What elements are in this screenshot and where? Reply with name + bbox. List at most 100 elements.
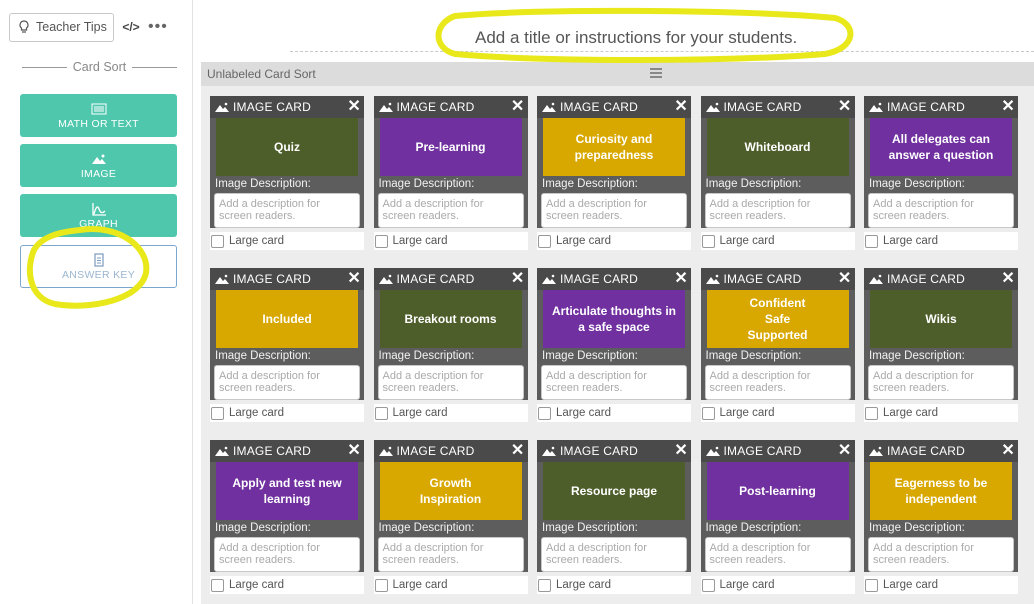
image-description-input[interactable]: Add a description for screen readers.	[704, 365, 851, 400]
drag-handle-icon[interactable]	[650, 68, 662, 80]
image-description-input[interactable]: Add a description for screen readers.	[868, 365, 1014, 400]
large-card-option[interactable]: Large card	[210, 576, 364, 594]
large-card-checkbox[interactable]	[374, 406, 388, 420]
image-description-input[interactable]: Add a description for screen readers.	[214, 365, 360, 400]
close-icon[interactable]: ✕	[347, 270, 361, 288]
large-card-option[interactable]: Large card	[700, 404, 855, 422]
card-image[interactable]: Wikis	[870, 290, 1012, 348]
image-description-input[interactable]: Add a description for screen readers.	[214, 193, 360, 228]
large-card-checkbox[interactable]	[538, 406, 551, 420]
card-image[interactable]: Articulate thoughts in a safe space	[543, 290, 685, 348]
card-image[interactable]: Included	[216, 290, 358, 348]
large-card-option[interactable]: Large card	[537, 404, 691, 422]
image-description-input[interactable]: Add a description for screen readers.	[868, 537, 1014, 572]
more-options-button[interactable]: •••	[148, 18, 168, 36]
large-card-option[interactable]: Large card	[700, 576, 855, 594]
close-icon[interactable]: ✕	[511, 98, 525, 116]
card-image[interactable]: Whiteboard	[706, 118, 849, 176]
large-card-checkbox[interactable]	[701, 234, 715, 248]
large-card-checkbox[interactable]	[865, 406, 878, 420]
card-image[interactable]: All delegates can answer a question	[870, 118, 1012, 176]
close-icon[interactable]: ✕	[838, 442, 852, 460]
image-description-input[interactable]: Add a description for screen readers.	[868, 193, 1014, 228]
card-image[interactable]: Eagerness to be independent	[870, 462, 1012, 520]
large-card-checkbox[interactable]	[865, 234, 878, 248]
image-card[interactable]: IMAGE CARD ✕ Apply and test new learning…	[210, 440, 364, 594]
teacher-tips-button[interactable]: Teacher Tips	[9, 12, 114, 42]
large-card-checkbox[interactable]	[865, 578, 878, 592]
image-card[interactable]: IMAGE CARD ✕ Whiteboard Image Descriptio…	[700, 96, 855, 250]
card-image[interactable]: Curiosity and preparedness	[543, 118, 685, 176]
close-icon[interactable]: ✕	[347, 442, 361, 460]
card-sort-label[interactable]: Unlabeled Card Sort	[207, 67, 316, 81]
image-card[interactable]: IMAGE CARD ✕ Articulate thoughts in a sa…	[537, 268, 691, 422]
close-icon[interactable]: ✕	[511, 442, 525, 460]
large-card-option[interactable]: Large card	[373, 232, 528, 250]
large-card-option[interactable]: Large card	[864, 576, 1018, 594]
large-card-option[interactable]: Large card	[537, 576, 691, 594]
large-card-option[interactable]: Large card	[373, 576, 528, 594]
card-image[interactable]: Confident Safe Supported	[706, 290, 849, 348]
image-button[interactable]: IMAGE	[20, 144, 177, 187]
large-card-option[interactable]: Large card	[537, 232, 691, 250]
image-description-input[interactable]: Add a description for screen readers.	[704, 537, 851, 572]
image-card[interactable]: IMAGE CARD ✕ Quiz Image Description: Add…	[210, 96, 364, 250]
large-card-checkbox[interactable]	[374, 578, 388, 592]
image-card[interactable]: IMAGE CARD ✕ Growth Inspiration Image De…	[373, 440, 528, 594]
large-card-checkbox[interactable]	[701, 406, 715, 420]
close-icon[interactable]: ✕	[1001, 442, 1015, 460]
large-card-checkbox[interactable]	[211, 406, 224, 420]
code-button[interactable]: </>	[120, 20, 142, 34]
large-card-option[interactable]: Large card	[700, 232, 855, 250]
card-image[interactable]: Quiz	[216, 118, 358, 176]
math-or-text-button[interactable]: MATH OR TEXT	[20, 94, 177, 137]
close-icon[interactable]: ✕	[674, 270, 688, 288]
graph-button[interactable]: GRAPH	[20, 194, 177, 237]
title-input[interactable]: Add a title or instructions for your stu…	[290, 22, 1034, 52]
close-icon[interactable]: ✕	[674, 98, 688, 116]
image-card[interactable]: IMAGE CARD ✕ Eagerness to be independent…	[864, 440, 1018, 594]
large-card-checkbox[interactable]	[211, 234, 224, 248]
image-card[interactable]: IMAGE CARD ✕ Post-learning Image Descrip…	[700, 440, 855, 594]
image-description-input[interactable]: Add a description for screen readers.	[377, 365, 524, 400]
image-description-input[interactable]: Add a description for screen readers.	[541, 193, 687, 228]
large-card-checkbox[interactable]	[538, 234, 551, 248]
image-description-input[interactable]: Add a description for screen readers.	[541, 537, 687, 572]
image-description-input[interactable]: Add a description for screen readers.	[214, 537, 360, 572]
close-icon[interactable]: ✕	[1001, 98, 1015, 116]
card-image[interactable]: Pre-learning	[379, 118, 522, 176]
close-icon[interactable]: ✕	[838, 98, 852, 116]
close-icon[interactable]: ✕	[347, 98, 361, 116]
image-card[interactable]: IMAGE CARD ✕ Confident Safe Supported Im…	[700, 268, 855, 422]
large-card-checkbox[interactable]	[211, 578, 224, 592]
close-icon[interactable]: ✕	[838, 270, 852, 288]
image-card[interactable]: IMAGE CARD ✕ Curiosity and preparedness …	[537, 96, 691, 250]
image-description-input[interactable]: Add a description for screen readers.	[704, 193, 851, 228]
image-card[interactable]: IMAGE CARD ✕ Included Image Description:…	[210, 268, 364, 422]
large-card-option[interactable]: Large card	[373, 404, 528, 422]
image-card[interactable]: IMAGE CARD ✕ All delegates can answer a …	[864, 96, 1018, 250]
card-image[interactable]: Breakout rooms	[379, 290, 522, 348]
card-image[interactable]: Post-learning	[706, 462, 849, 520]
large-card-checkbox[interactable]	[701, 578, 715, 592]
card-image[interactable]: Apply and test new learning	[216, 462, 358, 520]
card-image[interactable]: Growth Inspiration	[379, 462, 522, 520]
image-card[interactable]: IMAGE CARD ✕ Breakout rooms Image Descri…	[373, 268, 528, 422]
close-icon[interactable]: ✕	[1001, 270, 1015, 288]
large-card-checkbox[interactable]	[538, 578, 551, 592]
image-description-input[interactable]: Add a description for screen readers.	[541, 365, 687, 400]
large-card-option[interactable]: Large card	[210, 404, 364, 422]
image-description-input[interactable]: Add a description for screen readers.	[377, 193, 524, 228]
close-icon[interactable]: ✕	[674, 442, 688, 460]
close-icon[interactable]: ✕	[511, 270, 525, 288]
image-card[interactable]: IMAGE CARD ✕ Pre-learning Image Descript…	[373, 96, 528, 250]
large-card-option[interactable]: Large card	[210, 232, 364, 250]
large-card-checkbox[interactable]	[374, 234, 388, 248]
large-card-option[interactable]: Large card	[864, 404, 1018, 422]
image-card[interactable]: IMAGE CARD ✕ Wikis Image Description: Ad…	[864, 268, 1018, 422]
card-image[interactable]: Resource page	[543, 462, 685, 520]
large-card-option[interactable]: Large card	[864, 232, 1018, 250]
answer-key-button[interactable]: ANSWER KEY	[20, 245, 177, 288]
image-description-input[interactable]: Add a description for screen readers.	[377, 537, 524, 572]
image-card[interactable]: IMAGE CARD ✕ Resource page Image Descrip…	[537, 440, 691, 594]
